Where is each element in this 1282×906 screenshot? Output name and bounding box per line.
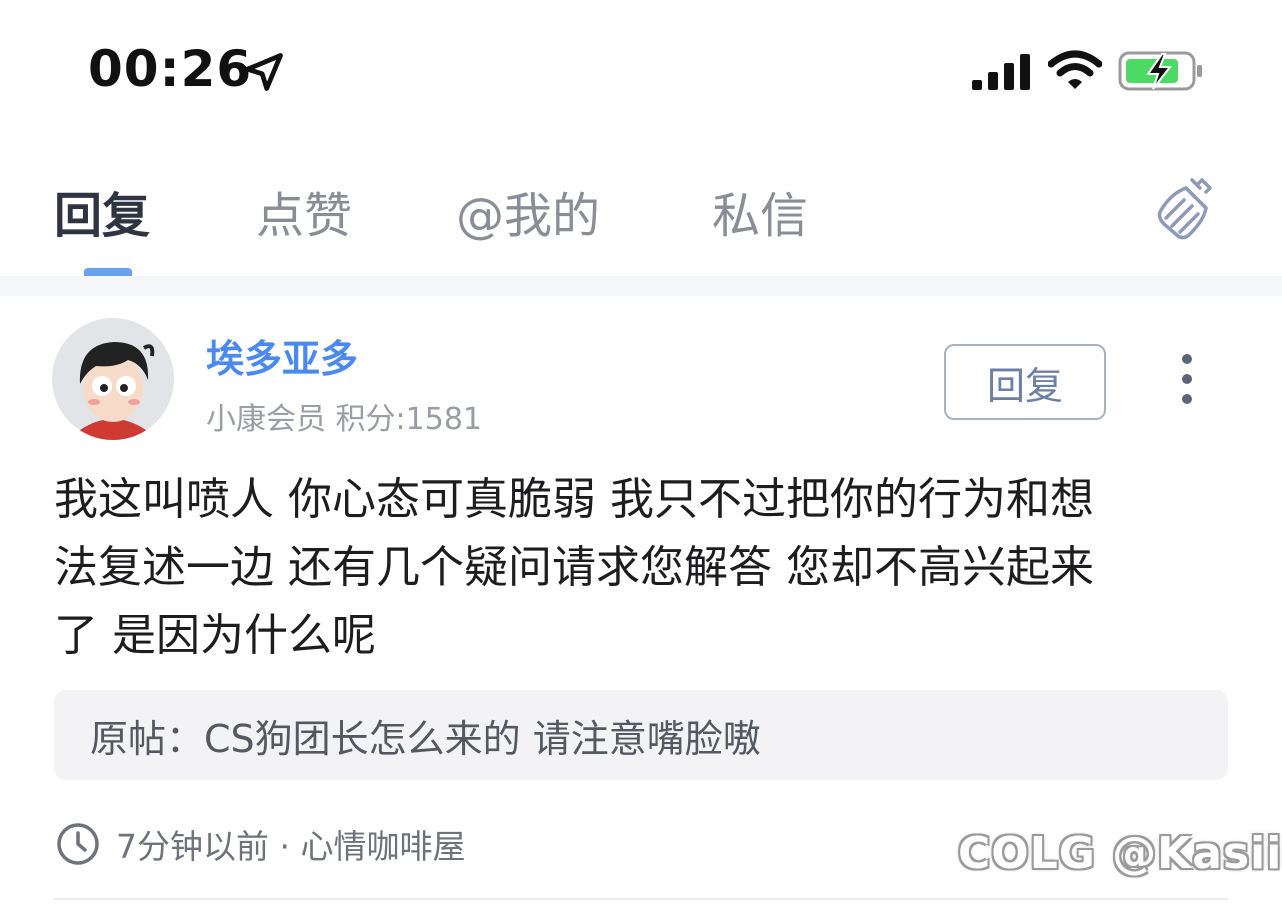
more-vertical-icon[interactable]	[1170, 352, 1204, 406]
location-arrow-icon	[245, 53, 283, 91]
battery-charging-icon	[1118, 51, 1202, 91]
notifications-screen: 00:26 回复 点赞 @我的 私信 埃多亚多 小康会员 积分:1581 回复 …	[0, 0, 1282, 906]
cellular-signal-icon	[972, 54, 1030, 90]
tab-replies[interactable]: 回复	[54, 176, 150, 246]
tab-mentions[interactable]: @我的	[456, 176, 600, 246]
clock-icon	[57, 823, 99, 865]
tab-private-messages[interactable]: 私信	[712, 176, 808, 246]
bottom-divider	[54, 898, 1228, 900]
message-tabs: 回复 点赞 @我的 私信	[0, 150, 1282, 276]
original-post-quote[interactable]: 原帖：CS狗团长怎么来的 请注意嘴脸嗷	[54, 690, 1228, 780]
reply-content-line: 法复述一边 还有几个疑问请求您解答 您却不高兴起来	[54, 542, 1094, 593]
reply-content-line: 了 是因为什么呢	[54, 610, 376, 661]
post-footer: 7分钟以前 · 心情咖啡屋	[54, 818, 465, 870]
reply-button[interactable]: 回复	[944, 344, 1106, 420]
active-tab-indicator	[84, 268, 132, 276]
username[interactable]: 埃多亚多	[206, 328, 358, 383]
broom-icon[interactable]	[1148, 174, 1218, 244]
post-time-and-forum: 7分钟以前 · 心情咖啡屋	[116, 827, 466, 866]
status-bar: 00:26	[0, 0, 1282, 140]
tab-likes[interactable]: 点赞	[256, 176, 352, 246]
watermark: COLG @Kasiily	[958, 828, 1282, 879]
user-level-points: 小康会员 积分:1581	[206, 402, 482, 437]
section-divider	[0, 276, 1282, 296]
status-time: 00:26	[88, 40, 253, 98]
avatar[interactable]	[52, 318, 174, 440]
reply-content: 我这叫喷人 你心态可真脆弱 我只不过把你的行为和想 法复述一边 还有几个疑问请求…	[54, 466, 1234, 670]
wifi-icon	[1048, 50, 1102, 89]
avatar-image	[52, 318, 174, 440]
reply-content-line: 我这叫喷人 你心态可真脆弱 我只不过把你的行为和想	[54, 474, 1094, 525]
